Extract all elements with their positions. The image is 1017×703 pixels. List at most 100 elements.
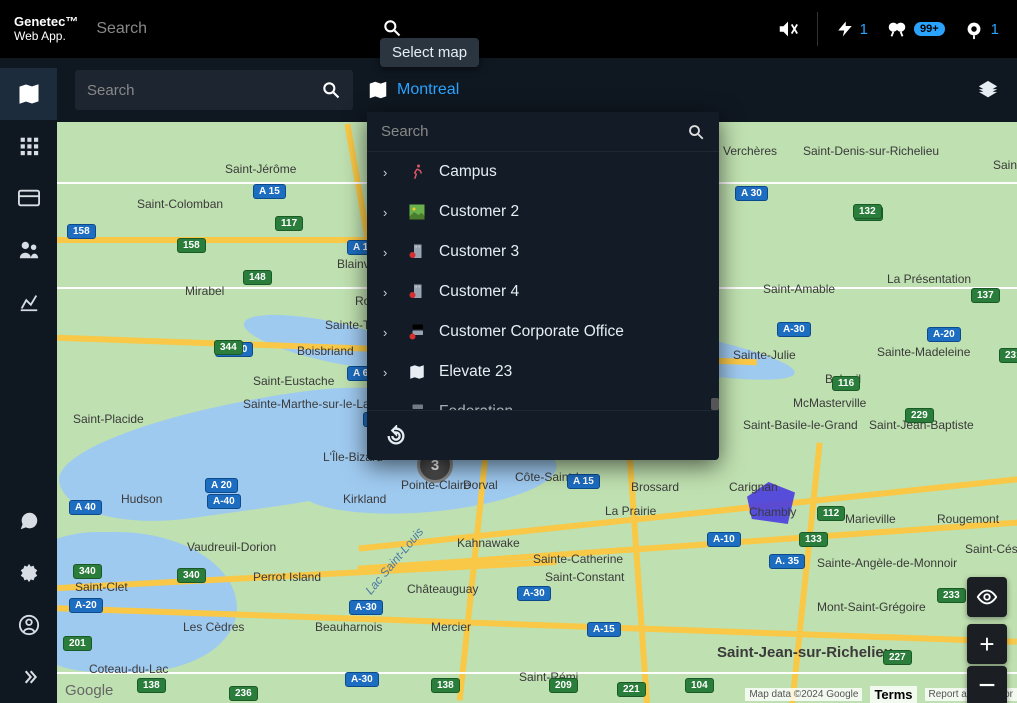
alerts-button[interactable]: 1 <box>836 20 868 38</box>
chevron-right-icon: › <box>383 245 387 260</box>
place-label: Sainte-Catherine <box>533 552 623 566</box>
place-label: Saint-Amable <box>763 282 835 296</box>
place-label: Rougemont <box>937 512 999 526</box>
place-label: Sainte-Julie <box>733 348 796 362</box>
nav-account[interactable] <box>0 599 57 651</box>
chevron-right-icon: › <box>383 325 387 340</box>
place-label: Sainte-Marthe-sur-le-Lac <box>243 397 376 411</box>
road-shield: 104 <box>685 678 714 693</box>
dropdown-item-label: Elevate 23 <box>439 363 512 381</box>
search-icon[interactable] <box>321 80 341 100</box>
place-label: Verchères <box>723 144 777 158</box>
brand-line1: Genetec™ <box>14 14 78 29</box>
nav-settings[interactable] <box>0 547 57 599</box>
road-shield: 227 <box>883 650 912 665</box>
place-label: Marieville <box>845 512 896 526</box>
server-pin-icon <box>407 402 427 410</box>
dropdown-footer <box>367 410 719 460</box>
chevron-right-icon: › <box>383 285 387 300</box>
terms-link[interactable]: Terms <box>870 686 916 703</box>
place-label: Brossard <box>631 480 679 494</box>
building-pin-icon <box>407 242 427 262</box>
road-shield: A 20 <box>205 478 238 493</box>
place-label: La Prairie <box>605 504 656 518</box>
zoom-out-button[interactable]: − <box>967 666 1007 703</box>
dropdown-item-customer3[interactable]: › Customer 3 <box>367 232 719 272</box>
place-label: Carignan <box>729 480 778 494</box>
road-shield: A-10 <box>707 532 741 547</box>
dropdown-item-label: Customer Corporate Office <box>439 323 624 341</box>
mute-button[interactable] <box>777 18 799 40</box>
map-search[interactable] <box>75 70 353 110</box>
global-search-input[interactable] <box>92 12 372 46</box>
place-label: Saint-Colomban <box>137 197 223 211</box>
place-label: Saint-Césaire <box>965 542 1017 556</box>
map-search-input[interactable] <box>87 82 321 99</box>
visibility-button[interactable] <box>967 577 1007 617</box>
map-data-text: Map data ©2024 Google <box>745 688 862 701</box>
record-count: 1 <box>991 21 999 38</box>
place-label: Saint-Basile-le-Grand <box>743 418 858 432</box>
place-label: Mont-Saint-Grégoire <box>817 600 926 614</box>
nav-reports[interactable] <box>0 276 57 328</box>
dropdown-item-label: Customer 4 <box>439 283 519 301</box>
layers-button[interactable] <box>977 79 999 101</box>
google-logo: Google <box>65 682 113 699</box>
place-label: Mercier <box>431 620 471 634</box>
road-shield: 158 <box>177 238 206 253</box>
road-shield: 132 <box>853 204 882 219</box>
refresh-button[interactable] <box>385 425 407 447</box>
watch-badge: 99+ <box>914 22 945 36</box>
road-shield: 117 <box>275 216 303 231</box>
road-shield: A 15 <box>253 184 286 199</box>
dropdown-item-elevate[interactable]: › Elevate 23 <box>367 352 719 392</box>
road-shield: A-30 <box>777 322 811 337</box>
road-shield: A. 35 <box>769 554 805 569</box>
dropdown-item-corporate[interactable]: › Customer Corporate Office <box>367 312 719 352</box>
nav-card[interactable] <box>0 172 57 224</box>
place-label: Saint-Jude <box>993 158 1017 172</box>
chevron-right-icon: › <box>383 365 387 380</box>
search-icon[interactable] <box>687 123 705 141</box>
watch-button[interactable]: 99+ <box>886 18 945 40</box>
nav-expand[interactable] <box>0 651 57 703</box>
server-pin-icon <box>407 322 427 342</box>
nav-people[interactable] <box>0 224 57 276</box>
nav-grid[interactable] <box>0 120 57 172</box>
dropdown-item-customer4[interactable]: › Customer 4 <box>367 272 719 312</box>
road-shield: A-20 <box>927 327 961 342</box>
road-shield: A-40 <box>207 494 241 509</box>
nav-maps[interactable] <box>0 68 57 120</box>
dropdown-search[interactable] <box>367 112 719 152</box>
road-shield: 340 <box>177 568 206 583</box>
chevron-right-icon: › <box>383 405 387 411</box>
road-shield: 209 <box>549 678 578 693</box>
zoom-in-button[interactable]: + <box>967 624 1007 664</box>
map-select-button[interactable]: Montreal <box>367 79 459 101</box>
road-shield: 116 <box>832 376 860 391</box>
place-label: Saint-Jean-sur-Richelieu <box>717 644 893 661</box>
nav-chat[interactable] <box>0 495 57 547</box>
road-shield: A 40 <box>69 500 102 515</box>
place-label: Saint-Placide <box>73 412 144 426</box>
dropdown-item-federation[interactable]: › Federation <box>367 392 719 410</box>
road-shield: 112 <box>817 506 845 521</box>
road-shield: 231 <box>999 348 1017 363</box>
place-label: Kahnawake <box>457 536 520 550</box>
dropdown-search-input[interactable] <box>381 123 679 140</box>
search-icon[interactable] <box>382 18 402 38</box>
place-label: Kirkland <box>343 492 386 506</box>
scrollbar[interactable] <box>711 152 719 410</box>
road-shield: 344 <box>214 340 243 355</box>
road-shield: A-30 <box>517 586 551 601</box>
place-label: Perrot Island <box>253 570 321 584</box>
road-shield: 158 <box>67 224 96 239</box>
road-shield: A-30 <box>349 600 383 615</box>
dropdown-item-customer2[interactable]: › Customer 2 <box>367 192 719 232</box>
place-label: Saint-Constant <box>545 570 624 584</box>
dropdown-item-campus[interactable]: › Campus <box>367 152 719 192</box>
place-label: Saint-Denis-sur-Richelieu <box>803 144 939 158</box>
place-label: Vaudreuil-Dorion <box>187 540 276 554</box>
record-button[interactable]: 1 <box>963 18 999 40</box>
place-label: Mirabel <box>185 284 224 298</box>
